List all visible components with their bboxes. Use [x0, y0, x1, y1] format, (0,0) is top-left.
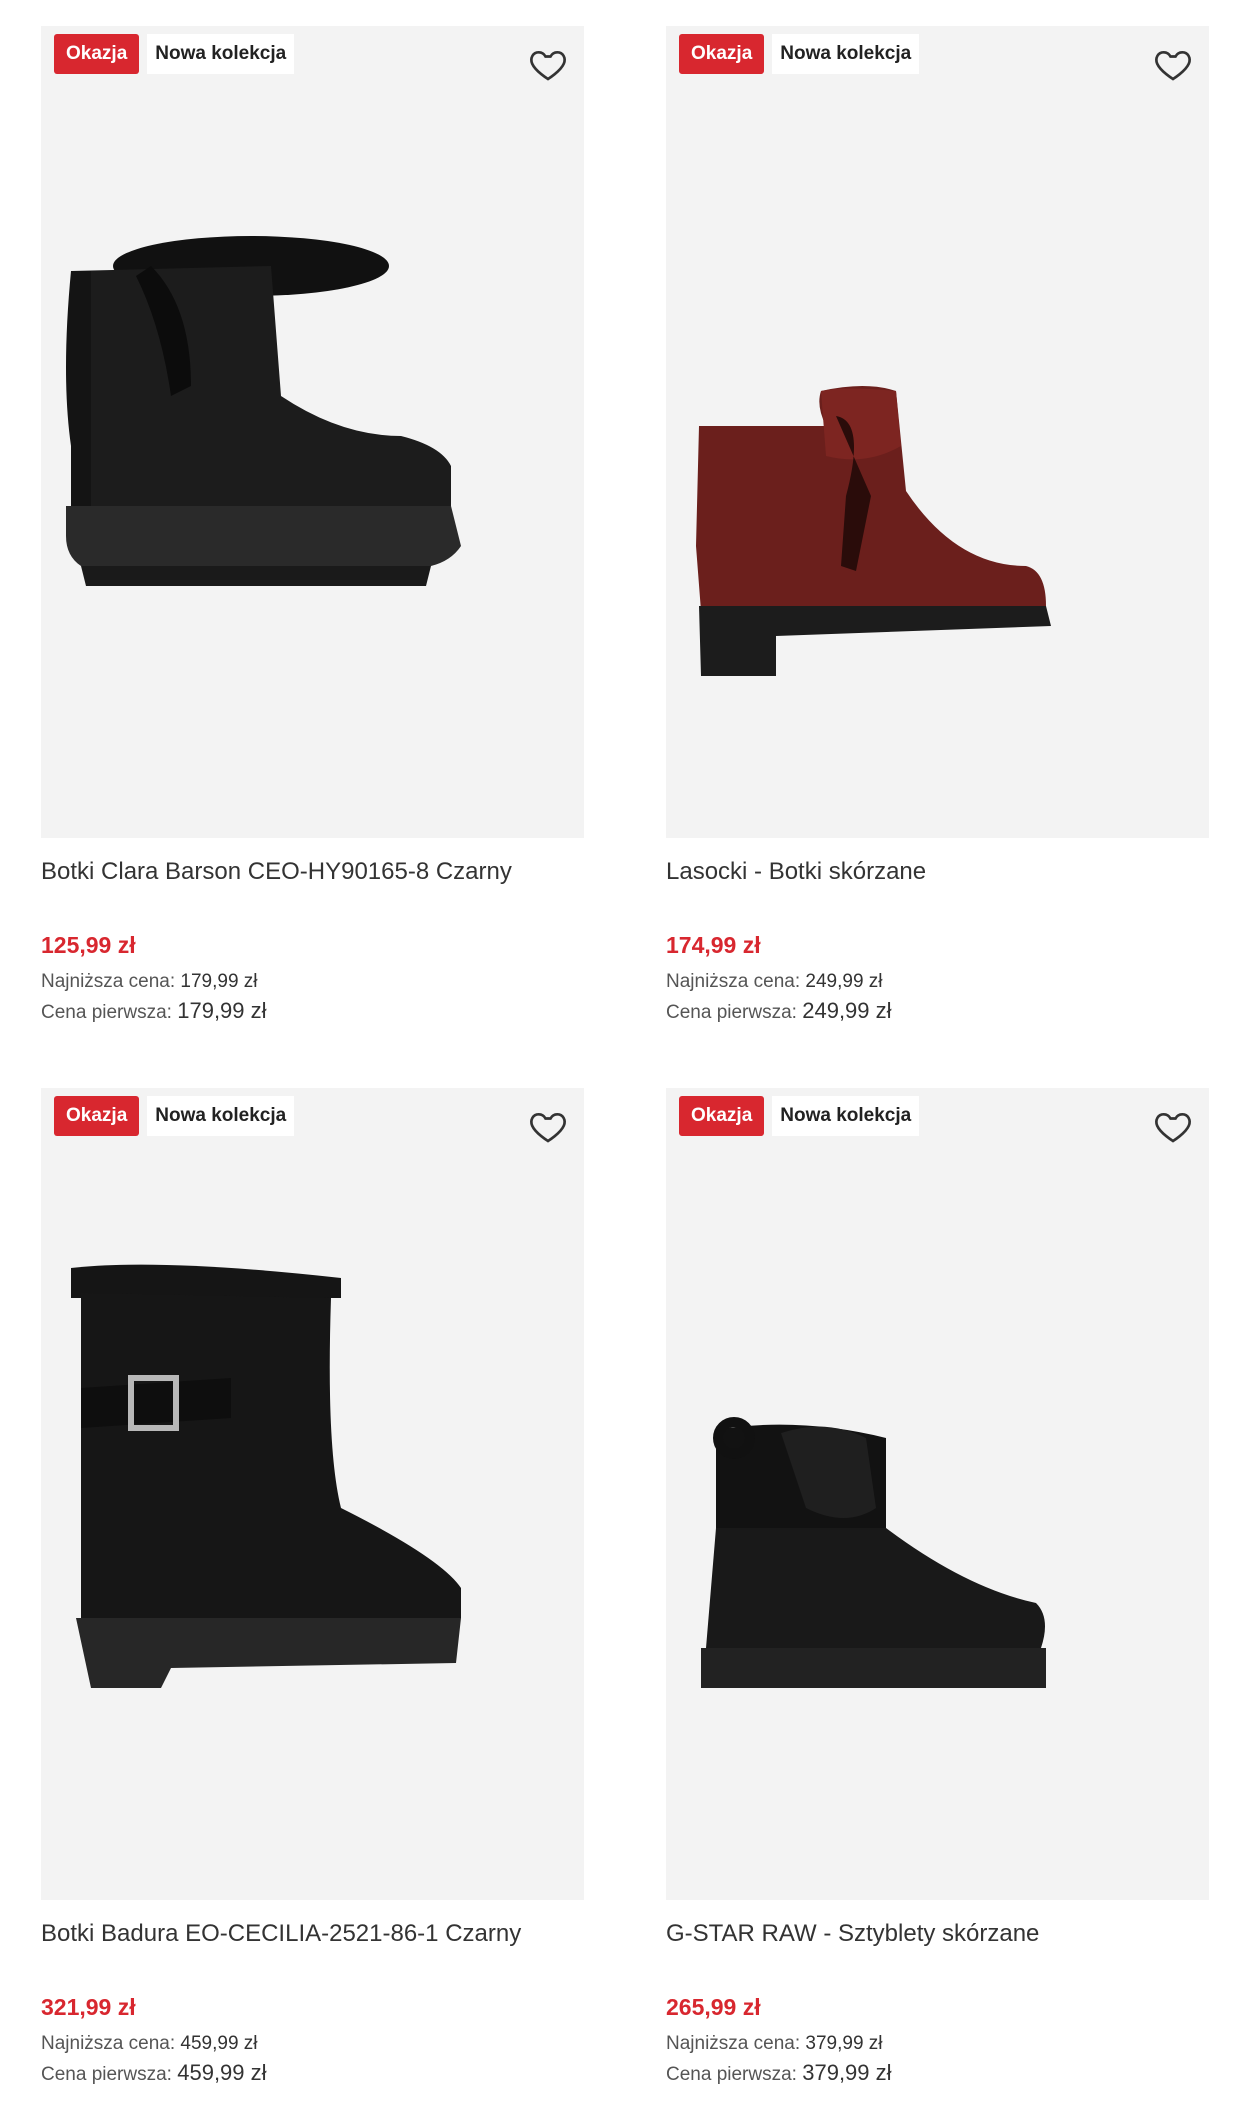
- wishlist-heart-icon[interactable]: [528, 1106, 568, 1146]
- lowest-price-line: Najniższa cena: 459,99 zł: [41, 2030, 584, 2058]
- product-title[interactable]: G-STAR RAW - Sztyblety skórzane: [666, 1918, 1209, 1952]
- product-price: 125,99 zł: [41, 932, 136, 958]
- new-collection-badge: Nowa kolekcja: [772, 34, 920, 74]
- first-price-value: 379,99 zł: [802, 2060, 892, 2085]
- product-price: 321,99 zł: [41, 1994, 136, 2020]
- first-price-value: 249,99 zł: [802, 998, 892, 1023]
- product-image[interactable]: Okazja Nowa kolekcja: [41, 1088, 584, 1900]
- product-image[interactable]: Okazja Nowa kolekcja: [666, 26, 1209, 838]
- black-suede-fur-boot-image: [66, 236, 461, 586]
- black-chelsea-boot-image: [701, 1417, 1046, 1688]
- black-leather-buckle-fur-boot-image: [71, 1264, 461, 1688]
- first-price-line: Cena pierwsza: 379,99 zł: [666, 2058, 1209, 2090]
- lowest-price-label: Najniższa cena:: [666, 2033, 801, 2054]
- badge-group: Okazja Nowa kolekcja: [54, 1096, 295, 1136]
- badge-group: Okazja Nowa kolekcja: [679, 1096, 920, 1136]
- badge-group: Okazja Nowa kolekcja: [54, 34, 295, 74]
- lowest-price-line: Najniższa cena: 249,99 zł: [666, 968, 1209, 996]
- burgundy-leather-ankle-boot-image: [696, 386, 1051, 676]
- product-card[interactable]: Okazja Nowa kolekcja G-STAR RAW - Sztybl…: [666, 1088, 1209, 2090]
- lowest-price-label: Najniższa cena:: [41, 971, 176, 992]
- product-title[interactable]: Botki Badura EO-CECILIA-2521-86-1 Czarny: [41, 1918, 584, 1952]
- product-card[interactable]: Okazja Nowa kolekcja Botki Badura EO-CEC…: [41, 1088, 584, 2090]
- sale-badge: Okazja: [679, 1096, 765, 1136]
- first-price-line: Cena pierwsza: 459,99 zł: [41, 2058, 584, 2090]
- new-collection-badge: Nowa kolekcja: [772, 1096, 920, 1136]
- first-price-value: 459,99 zł: [177, 2060, 267, 2085]
- product-image[interactable]: Okazja Nowa kolekcja: [666, 1088, 1209, 1900]
- lowest-price-value: 379,99 zł: [805, 2033, 883, 2054]
- product-price: 174,99 zł: [666, 932, 761, 958]
- first-price-label: Cena pierwsza:: [41, 1002, 172, 1023]
- product-image[interactable]: Okazja Nowa kolekcja: [41, 26, 584, 838]
- product-title[interactable]: Botki Clara Barson CEO-HY90165-8 Czarny: [41, 856, 584, 890]
- sale-badge: Okazja: [54, 34, 140, 74]
- first-price-label: Cena pierwsza:: [666, 2064, 797, 2085]
- lowest-price-value: 179,99 zł: [180, 971, 258, 992]
- lowest-price-label: Najniższa cena:: [41, 2033, 176, 2054]
- first-price-line: Cena pierwsza: 249,99 zł: [666, 996, 1209, 1028]
- lowest-price-line: Najniższa cena: 179,99 zł: [41, 968, 584, 996]
- badge-group: Okazja Nowa kolekcja: [679, 34, 920, 74]
- wishlist-heart-icon[interactable]: [1153, 44, 1193, 84]
- product-price: 265,99 zł: [666, 1994, 761, 2020]
- first-price-label: Cena pierwsza:: [41, 2064, 172, 2085]
- new-collection-badge: Nowa kolekcja: [147, 1096, 295, 1136]
- new-collection-badge: Nowa kolekcja: [147, 34, 295, 74]
- product-card[interactable]: Okazja Nowa kolekcja Lasocki - Botki skó…: [666, 26, 1209, 1028]
- lowest-price-value: 459,99 zł: [180, 2033, 258, 2054]
- lowest-price-label: Najniższa cena:: [666, 971, 801, 992]
- wishlist-heart-icon[interactable]: [528, 44, 568, 84]
- first-price-line: Cena pierwsza: 179,99 zł: [41, 996, 584, 1028]
- product-card[interactable]: Okazja Nowa kolekcja Botki Clara Barson …: [41, 26, 584, 1028]
- first-price-label: Cena pierwsza:: [666, 1002, 797, 1023]
- first-price-value: 179,99 zł: [177, 998, 267, 1023]
- lowest-price-value: 249,99 zł: [805, 971, 883, 992]
- lowest-price-line: Najniższa cena: 379,99 zł: [666, 2030, 1209, 2058]
- sale-badge: Okazja: [679, 34, 765, 74]
- sale-badge: Okazja: [54, 1096, 140, 1136]
- product-title[interactable]: Lasocki - Botki skórzane: [666, 856, 1209, 890]
- wishlist-heart-icon[interactable]: [1153, 1106, 1193, 1146]
